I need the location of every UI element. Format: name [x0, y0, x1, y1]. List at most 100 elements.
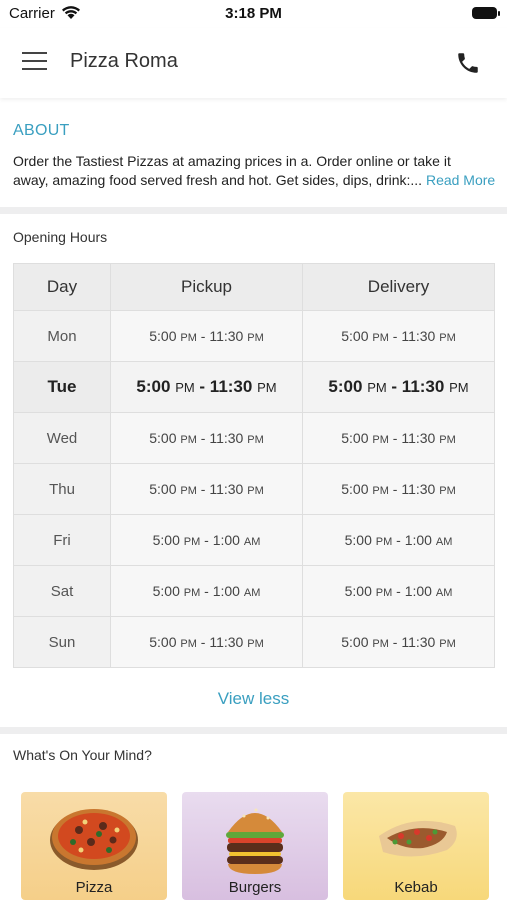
day-cell: Tue [13, 361, 111, 413]
time-separator: - [196, 634, 210, 650]
open-time: 5:00 [136, 377, 171, 396]
close-time: 1:00 [404, 583, 432, 599]
table-row: Wed 5:00 PM - 11:30 PM 5:00 PM - 11:30 PM [13, 412, 495, 464]
about-text-line-2-content: away, amazing food served fresh and hot.… [13, 172, 423, 188]
delivery-hours-cell: 5:00 PM - 1:00 AM [302, 514, 495, 566]
hamburger-menu-icon[interactable] [22, 52, 48, 72]
time-separator: - [200, 583, 213, 599]
day-cell: Sat [13, 565, 111, 617]
close-period: PM [257, 380, 277, 395]
open-period: PM [372, 332, 389, 344]
time-separator: - [388, 328, 402, 344]
time-separator: - [386, 377, 402, 396]
time-separator: - [388, 430, 402, 446]
open-time: 5:00 [149, 481, 177, 497]
pickup-hours-cell: 5:00 PM - 11:30 PM [110, 463, 303, 515]
open-time: 5:00 [341, 481, 369, 497]
table-row: Tue 5:00 PM - 11:30 PM 5:00 PM - 11:30 PM [13, 361, 495, 413]
category-label-pizza: Pizza [75, 879, 113, 896]
clock-time: 3:18 PM [225, 5, 282, 22]
time-separator: - [200, 532, 213, 548]
delivery-hours-cell: 5:00 PM - 11:30 PM [302, 412, 495, 464]
close-time: 11:30 [209, 377, 253, 396]
open-time: 5:00 [149, 430, 177, 446]
table-row: Mon 5:00 PM - 11:30 PM 5:00 PM - 11:30 PM [13, 310, 495, 362]
whats-on-your-mind-heading: What's On Your Mind? [13, 747, 152, 763]
page-title: Pizza Roma [70, 50, 178, 72]
phone-call-icon[interactable] [455, 50, 481, 76]
close-period: PM [247, 434, 264, 446]
close-time: 11:30 [209, 481, 244, 497]
time-separator: - [388, 634, 402, 650]
open-period: PM [372, 638, 389, 650]
close-time: 1:00 [212, 532, 240, 548]
open-time: 5:00 [341, 328, 369, 344]
time-separator: - [388, 481, 402, 497]
open-period: PM [372, 485, 389, 497]
close-time: 11:30 [209, 634, 244, 650]
about-text-line-1: Order the Tastiest Pizzas at amazing pri… [13, 153, 451, 169]
close-period: PM [247, 332, 264, 344]
day-cell: Fri [13, 514, 111, 566]
open-period: PM [180, 434, 197, 446]
close-time: 11:30 [401, 430, 436, 446]
read-more-link[interactable]: Read More [426, 172, 495, 188]
close-period: PM [439, 485, 456, 497]
category-card-pizza[interactable]: Pizza [21, 792, 167, 900]
close-period: PM [449, 380, 469, 395]
column-header-delivery: Delivery [302, 263, 495, 311]
open-period: PM [375, 536, 393, 548]
open-period: PM [367, 380, 387, 395]
open-time: 5:00 [341, 430, 369, 446]
category-card-kebab[interactable]: Kebab [343, 792, 489, 900]
time-separator: - [196, 430, 210, 446]
open-time: 5:00 [341, 634, 369, 650]
about-heading: ABOUT [13, 122, 70, 139]
day-cell: Sun [13, 616, 111, 668]
section-divider [0, 207, 507, 214]
open-period: PM [175, 380, 195, 395]
top-navigation-bar: Pizza Roma [0, 28, 507, 98]
close-period: PM [439, 332, 456, 344]
open-period: PM [180, 638, 197, 650]
time-separator: - [196, 328, 210, 344]
open-time: 5:00 [152, 583, 180, 599]
time-separator: - [392, 532, 405, 548]
day-cell: Thu [13, 463, 111, 515]
delivery-hours-cell: 5:00 PM - 11:30 PM [302, 361, 495, 413]
table-header-row: Day Pickup Delivery [13, 263, 495, 311]
section-divider [0, 727, 507, 734]
close-time: 11:30 [401, 481, 436, 497]
open-time: 5:00 [149, 328, 177, 344]
close-time: 11:30 [401, 634, 436, 650]
close-period: AM [435, 587, 453, 599]
close-period: AM [435, 536, 453, 548]
table-row: Sun 5:00 PM - 11:30 PM 5:00 PM - 11:30 PM [13, 616, 495, 668]
pickup-hours-cell: 5:00 PM - 1:00 AM [110, 514, 303, 566]
open-time: 5:00 [328, 377, 363, 396]
day-cell: Wed [13, 412, 111, 464]
open-period: PM [375, 587, 393, 599]
column-header-day: Day [13, 263, 111, 311]
open-period: PM [183, 587, 201, 599]
close-time: 11:30 [401, 377, 445, 396]
view-less-link[interactable]: View less [0, 689, 507, 709]
status-bar: Carrier 3:18 PM [0, 0, 507, 28]
close-time: 11:30 [209, 430, 244, 446]
open-period: PM [180, 485, 197, 497]
time-separator: - [392, 583, 405, 599]
about-text-line-2: away, amazing food served fresh and hot.… [13, 171, 497, 190]
close-time: 11:30 [209, 328, 244, 344]
open-period: PM [183, 536, 201, 548]
open-period: PM [372, 434, 389, 446]
pickup-hours-cell: 5:00 PM - 11:30 PM [110, 361, 303, 413]
opening-hours-heading: Opening Hours [13, 229, 108, 245]
table-row: Sat 5:00 PM - 1:00 AM 5:00 PM - 1:00 AM [13, 565, 495, 617]
category-card-burgers[interactable]: Burgers [182, 792, 328, 900]
table-row: Thu 5:00 PM - 11:30 PM 5:00 PM - 11:30 PM [13, 463, 495, 515]
category-label-burgers: Burgers [228, 879, 282, 896]
pickup-hours-cell: 5:00 PM - 11:30 PM [110, 616, 303, 668]
open-time: 5:00 [149, 634, 177, 650]
close-time: 11:30 [401, 328, 436, 344]
opening-hours-table: Day Pickup Delivery Mon 5:00 PM - 11:30 P… [13, 263, 495, 668]
